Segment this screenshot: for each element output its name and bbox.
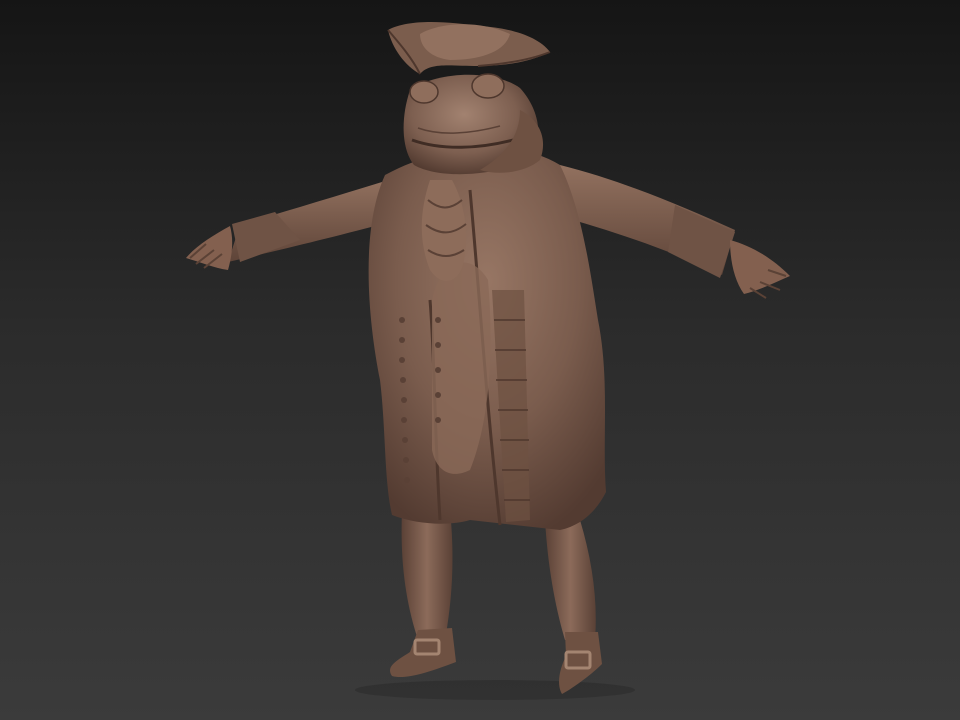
tricorn-hat [387, 22, 551, 75]
toad-sculpt [186, 22, 790, 700]
toad-head [403, 73, 544, 175]
right-eye [471, 73, 505, 99]
left-arm [186, 178, 395, 270]
sculpt-viewport[interactable] [0, 0, 960, 720]
ground-shadow [355, 680, 635, 700]
coat [368, 147, 606, 530]
left-leg [390, 510, 456, 678]
left-eye [409, 80, 439, 104]
right-leg [545, 520, 602, 694]
